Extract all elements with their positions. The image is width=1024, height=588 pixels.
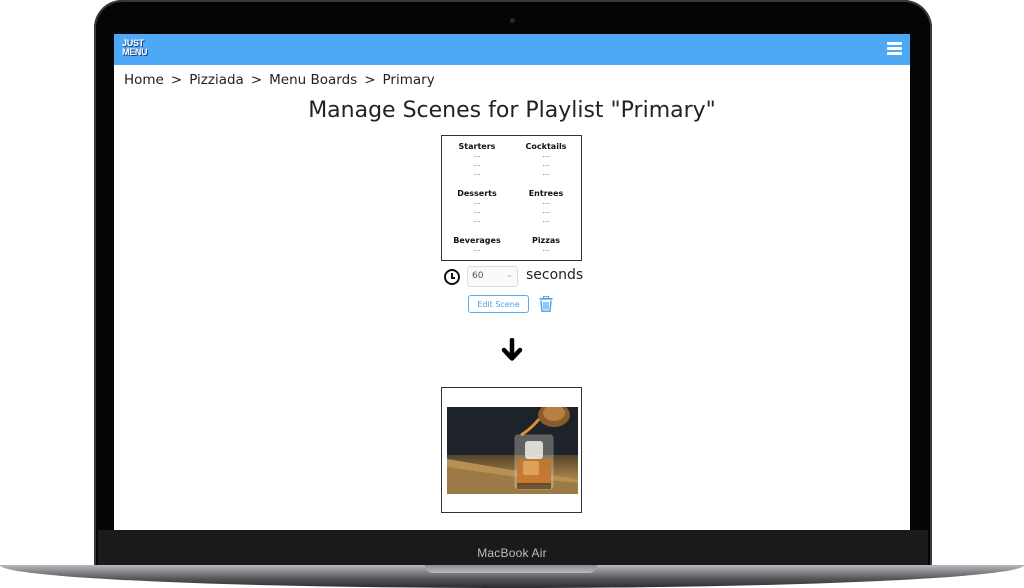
category-pizzas: Pizzas ... [511,236,581,254]
logo-line2: MENU [122,47,148,57]
breadcrumb-separator: > [250,72,263,88]
breadcrumb-separator: > [364,72,376,88]
category-beverages: Beverages ... [442,236,512,254]
category-items: ......... [542,151,550,177]
menu-scene-preview[interactable]: Starters ......... Cocktails ......... D… [441,135,582,261]
page-title: Manage Scenes for Playlist "Primary" [308,98,716,123]
category-title: Entrees [528,189,564,198]
category-items: ......... [542,198,550,224]
category-title: Desserts [457,189,497,198]
top-navbar: JUST MENU [114,34,910,65]
category-items: ......... [473,198,481,224]
breadcrumb: Home > Pizziada > Menu Boards > Primary [124,72,435,88]
category-items: ... [473,245,481,253]
arrow-down-icon [501,338,523,361]
duration-select[interactable]: 60 ⌄ [467,266,518,287]
category-title: Beverages [453,236,501,245]
whiskey-photo [447,407,578,494]
duration-value: 60 [472,271,484,281]
image-scene-preview[interactable] [441,387,582,513]
category-title: Cocktails [525,142,567,151]
category-cocktails: Cocktails ......... [511,142,581,178]
breadcrumb-separator: > [170,72,183,88]
breadcrumb-menu-boards[interactable]: Menu Boards [269,72,357,88]
category-items: ... [542,245,550,253]
scene-duration-row: 60 ⌄ seconds [442,266,592,288]
photo-illustration [447,407,578,494]
camera-icon [510,18,515,23]
edit-scene-button[interactable]: Edit Scene [468,295,529,313]
duration-unit-label: seconds [526,267,584,283]
category-entrees: Entrees ......... [511,189,581,225]
screen: JUST MENU Home > Pizziada > Menu Boards > Prim… [114,34,910,530]
chevron-down-icon: ⌄ [506,270,513,279]
hamburger-menu-icon[interactable] [887,42,902,56]
category-starters: Starters ......... [442,142,512,178]
breadcrumb-pizziada[interactable]: Pizziada [189,72,244,88]
laptop-hinge-notch [425,565,597,573]
clock-icon [444,269,460,285]
just-menu-logo[interactable]: JUST MENU [122,39,152,60]
category-title: Starters [458,142,496,151]
category-items: ......... [473,151,481,177]
breadcrumb-current: Primary [382,72,435,88]
trash-icon[interactable] [539,296,553,312]
breadcrumb-home[interactable]: Home [124,72,164,88]
device-label: MacBook Air [477,546,547,560]
category-title: Pizzas [531,236,561,245]
category-desserts: Desserts ......... [442,189,512,225]
